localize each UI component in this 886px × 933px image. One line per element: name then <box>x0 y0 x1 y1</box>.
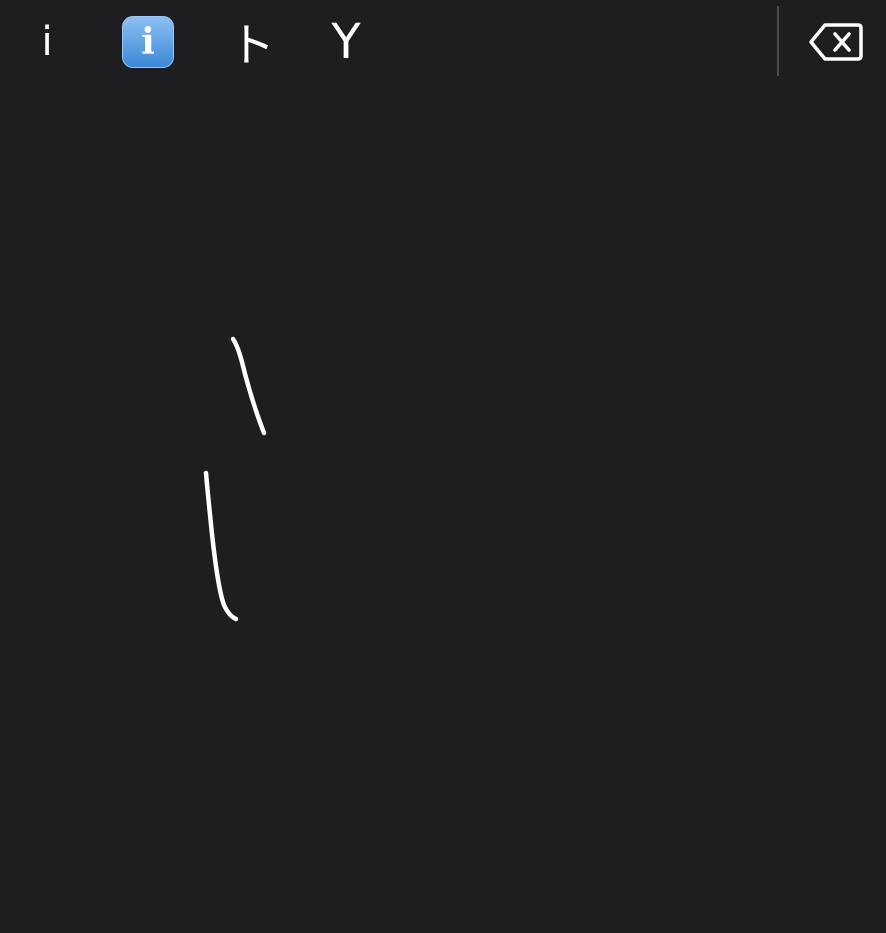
candidate-info-emoji[interactable]: i <box>120 14 176 70</box>
candidate-label: i <box>41 19 53 65</box>
handwriting-canvas[interactable] <box>0 84 886 929</box>
candidate-to[interactable]: ト <box>222 14 282 72</box>
handwriting-stroke-2 <box>203 470 239 622</box>
candidate-bar: i i ト Y <box>0 0 886 84</box>
delete-backspace-icon <box>809 23 863 61</box>
delete-button[interactable] <box>800 14 870 70</box>
candidate-label: ト <box>229 18 275 72</box>
candidate-y[interactable]: Y <box>318 14 374 70</box>
divider <box>777 6 779 76</box>
candidate-label: Y <box>331 14 361 70</box>
handwriting-strokes <box>203 336 267 622</box>
candidate-label: i <box>141 21 155 63</box>
candidate-i[interactable]: i <box>22 14 72 70</box>
handwriting-stroke-1 <box>230 336 267 436</box>
information-emoji-icon: i <box>122 16 174 68</box>
